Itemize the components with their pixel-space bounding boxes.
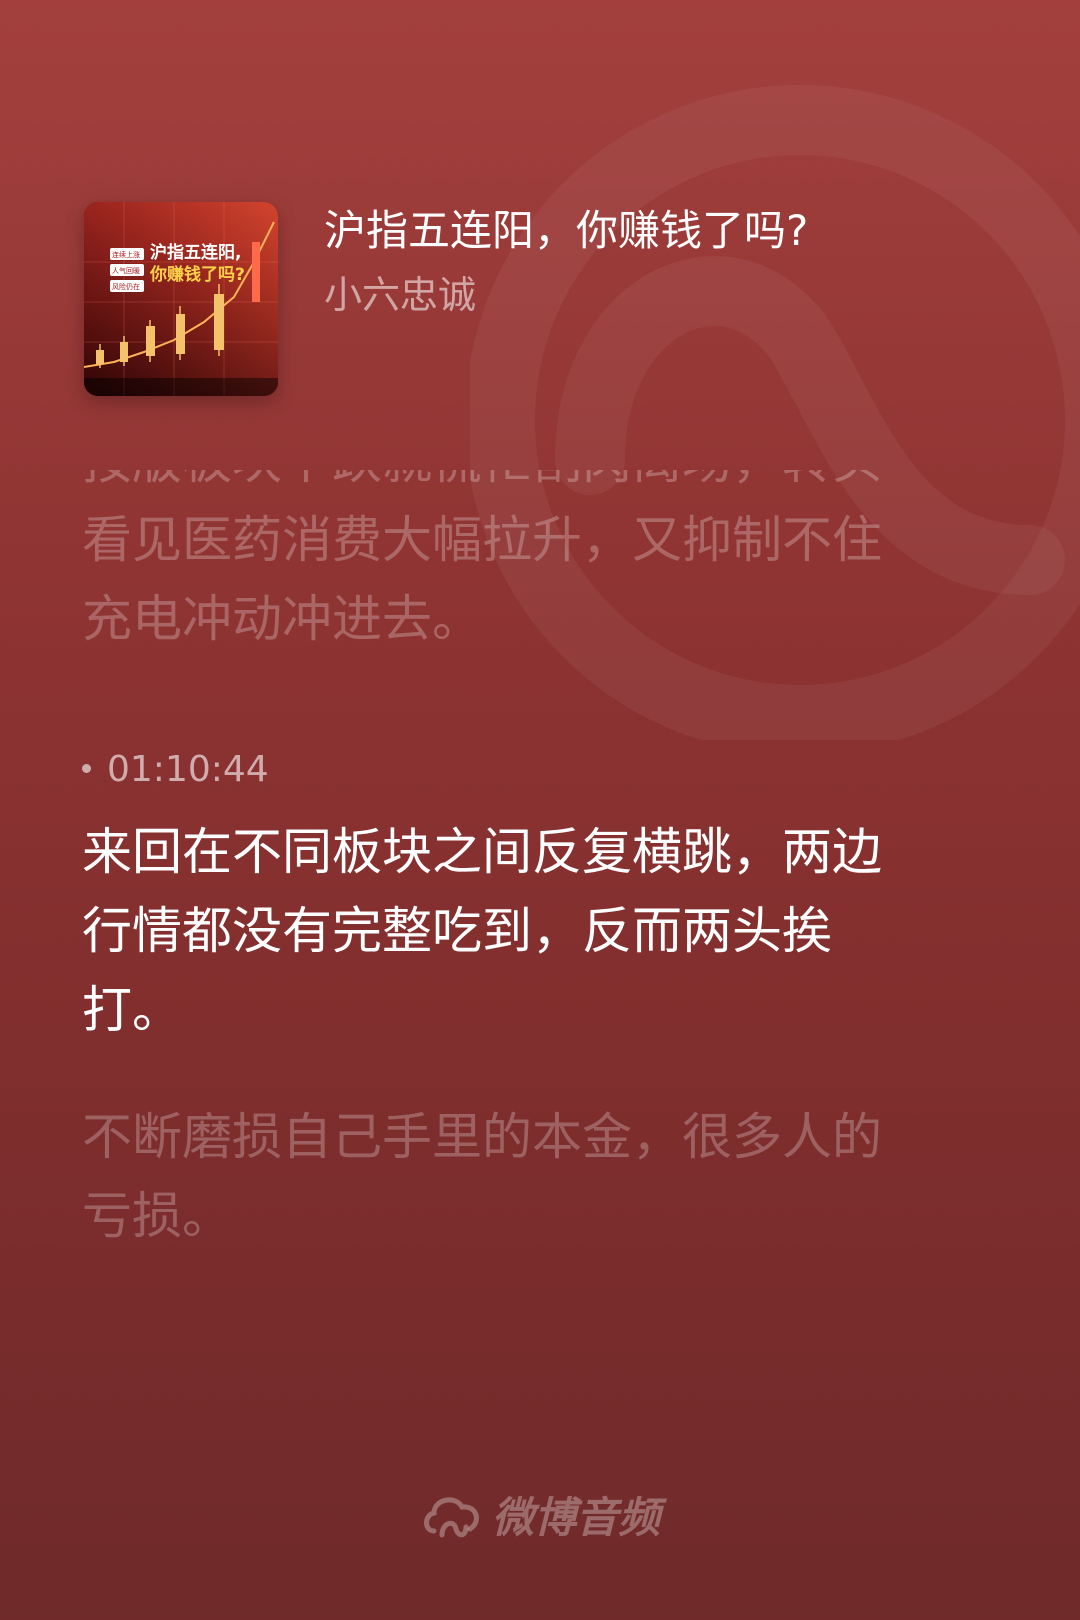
lyrics-previous: 按版板块下跌就慌忙割肉离场，转头 看见医药消费大幅拉升，又抑制不住 充电冲动冲进… <box>82 470 982 680</box>
current-timestamp[interactable]: 01:10:44 <box>82 748 269 792</box>
cover-headline-2: 你赚钱了吗? <box>149 264 245 285</box>
lyric-line-partial: 按版板块下跌就慌忙割肉离场，转头 <box>82 470 982 501</box>
track-header: 沪指五连阳, 你赚钱了吗? 连续上涨 人气回暖 风险仍在 沪指五连阳，你赚钱了吗… <box>84 202 1004 402</box>
timestamp-dot-icon <box>82 763 91 773</box>
album-cover[interactable]: 沪指五连阳, 你赚钱了吗? 连续上涨 人气回暖 风险仍在 <box>84 202 278 396</box>
track-author[interactable]: 小六忠诚 <box>324 270 476 320</box>
brand-name: 微博音频 <box>491 1493 660 1542</box>
lyric-line-active: 行情都没有完整吃到，反而两头挨 <box>82 902 832 960</box>
lyric-line: 不断磨损自己手里的本金，很多人的 <box>82 1108 882 1166</box>
cover-tag-1: 连续上涨 <box>112 250 140 259</box>
timestamp-text: 01:10:44 <box>107 749 269 790</box>
lyric-line: 亏损。 <box>82 1187 232 1245</box>
weibo-audio-logo-icon <box>424 1496 479 1537</box>
lyrics-next[interactable]: 不断磨损自己手里的本金，很多人的 亏损。 <box>82 1098 982 1256</box>
lyric-line-active: 打。 <box>82 981 182 1039</box>
lyric-line: 充电冲动冲进去。 <box>82 590 482 648</box>
lyrics-current[interactable]: 来回在不同板块之间反复横跳，两边 行情都没有完整吃到，反而两头挨 打。 <box>82 813 982 1050</box>
lyric-line-active: 来回在不同板块之间反复横跳，两边 <box>82 823 882 881</box>
cover-tag-2: 人气回暖 <box>112 266 140 275</box>
cover-headline-1: 沪指五连阳, <box>150 242 241 263</box>
brand-footer: 微博音频 <box>0 1488 1080 1548</box>
lyric-line: 看见医药消费大幅拉升，又抑制不住 <box>82 511 882 569</box>
track-title: 沪指五连阳，你赚钱了吗? <box>324 206 809 255</box>
cover-tag-3: 风险仍在 <box>112 282 140 291</box>
